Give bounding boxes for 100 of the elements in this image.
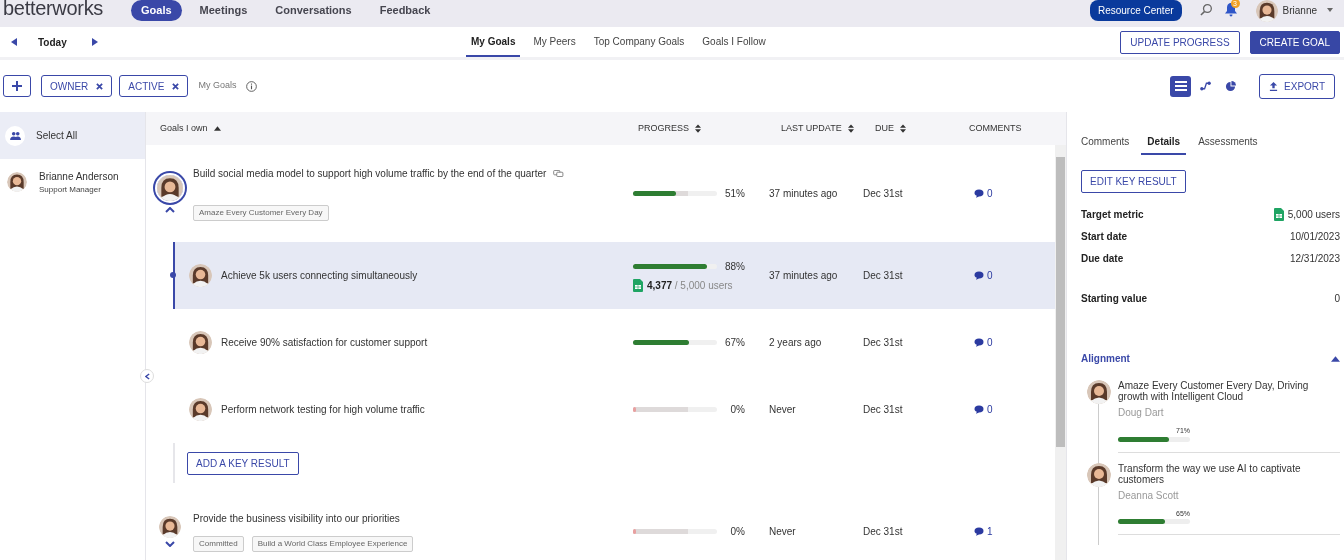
- comments-count[interactable]: 0: [964, 186, 1055, 201]
- filter-chip[interactable]: ACTIVE: [119, 75, 189, 97]
- create-goal-button[interactable]: CREATE GOAL: [1249, 30, 1340, 54]
- goal-title[interactable]: Build social media model to support high volume traffic by the end of the quarter: [193, 166, 547, 181]
- aligned-goal-title[interactable]: Amaze Every Customer Every Day, Driving growth with Intelligent Cloud: [1118, 380, 1340, 402]
- column-header[interactable]: Goals I own: [146, 121, 628, 136]
- comment-icon: [974, 527, 984, 536]
- column-header[interactable]: PROGRESS: [628, 121, 764, 136]
- comment-icon: [974, 338, 984, 347]
- goal-tag: Amaze Every Customer Every Day: [193, 205, 329, 221]
- sort-icon[interactable]: [847, 124, 854, 133]
- filter-chip[interactable]: OWNER: [41, 75, 113, 97]
- remove-icon[interactable]: [172, 82, 180, 90]
- avatar: [189, 331, 212, 354]
- info-icon[interactable]: [246, 80, 258, 92]
- user-name[interactable]: Brianne: [1282, 3, 1317, 18]
- field-label: Target metric: [1081, 207, 1144, 222]
- last-update: Never: [768, 403, 797, 417]
- logo[interactable]: betterworks: [3, 0, 128, 20]
- progress-percent: 0%: [729, 403, 745, 417]
- key-result-title[interactable]: Receive 90% satisfaction for customer support: [221, 335, 428, 350]
- chip-label: OWNER: [50, 79, 89, 94]
- goal-tag: Build a World Class Employee Experience: [251, 536, 414, 552]
- comment-icon: [974, 405, 984, 414]
- add-key-result-button[interactable]: ADD A KEY RESULT: [187, 451, 299, 475]
- remove-icon[interactable]: [96, 82, 104, 90]
- scrollbar[interactable]: [1055, 145, 1066, 560]
- view-tab[interactable]: Goals I Follow: [697, 27, 771, 57]
- expand-chevron-icon[interactable]: [164, 541, 175, 547]
- previous-arrow-icon[interactable]: [11, 38, 17, 46]
- add-filter-button[interactable]: [3, 75, 31, 97]
- avatar: [158, 516, 181, 538]
- due-date: Dec 31st: [862, 336, 904, 350]
- chip-label: ACTIVE: [128, 79, 165, 94]
- panel-tab[interactable]: Comments: [1075, 134, 1136, 155]
- avatar: [1087, 380, 1111, 404]
- owner-name: Doug Dart: [1118, 406, 1165, 420]
- chevron-left-icon: [144, 372, 150, 380]
- column-header[interactable]: DUE: [858, 121, 964, 136]
- progress-percent: 0%: [729, 525, 745, 539]
- nav-tab[interactable]: Goals: [131, 0, 182, 21]
- collapse-caret-icon[interactable]: [1331, 355, 1340, 362]
- comments-count[interactable]: 0: [964, 335, 1055, 350]
- panel-tab[interactable]: Details: [1141, 134, 1187, 155]
- key-result-title[interactable]: Perform network testing for high volume traffic: [221, 402, 425, 417]
- spreadsheet-icon: [1273, 207, 1284, 221]
- next-arrow-icon[interactable]: [91, 38, 98, 46]
- due-date: Dec 31st: [862, 403, 904, 417]
- nav-tab[interactable]: Conversations: [265, 0, 362, 21]
- progress-percent: 88%: [724, 259, 745, 274]
- view-tab[interactable]: Top Company Goals: [588, 27, 690, 57]
- comments-count[interactable]: 1: [964, 524, 1055, 539]
- column-label: LAST UPDATE: [781, 121, 842, 135]
- spreadsheet-icon: [633, 278, 643, 292]
- due-date: Dec 31st: [862, 269, 904, 283]
- last-update: 37 minutes ago: [768, 269, 839, 283]
- field-value: 10/01/2023: [1289, 229, 1340, 244]
- view-tab[interactable]: My Peers: [528, 27, 581, 57]
- goal-title[interactable]: Provide the business visibility into our priorities: [193, 511, 400, 526]
- nav-tab[interactable]: Feedback: [369, 0, 441, 21]
- export-button[interactable]: EXPORT: [1259, 73, 1335, 99]
- sort-icon[interactable]: [213, 126, 221, 131]
- collapse-sidebar-button[interactable]: [140, 369, 154, 383]
- column-label: COMMENTS: [969, 121, 1022, 135]
- view-toggle[interactable]: [1170, 75, 1192, 97]
- progress-percent: 51%: [724, 187, 745, 201]
- collapse-chevron-icon[interactable]: [164, 206, 175, 213]
- update-progress-button[interactable]: UPDATE PROGRESS: [1120, 30, 1240, 54]
- edit-key-result-button[interactable]: EDIT KEY RESULT: [1081, 170, 1186, 193]
- nav-tab[interactable]: Meetings: [189, 0, 258, 21]
- comments-count[interactable]: 0: [964, 402, 1055, 417]
- key-result-row[interactable]: Achieve 5k users connecting simultaneously 88% 4,377 / 5,000 users 37 minutes ago Dec 31st 0: [173, 242, 1055, 309]
- linked-icon[interactable]: [553, 170, 565, 177]
- progress-percent: 67%: [724, 336, 745, 350]
- goal-tag: Committed: [193, 536, 244, 552]
- last-update: 2 years ago: [768, 336, 823, 350]
- filter-label: My Goals: [198, 79, 237, 93]
- comments-count[interactable]: 0: [964, 268, 1055, 283]
- avatar: [7, 172, 27, 192]
- key-result-title[interactable]: Achieve 5k users connecting simultaneously: [221, 268, 418, 283]
- sort-icon[interactable]: [695, 124, 701, 133]
- avatar: [1087, 462, 1111, 487]
- caret-icon[interactable]: [1327, 8, 1333, 12]
- field-value: 0: [1334, 291, 1340, 306]
- comment-icon: [974, 271, 984, 280]
- due-date: Dec 31st: [862, 187, 904, 201]
- column-header[interactable]: LAST UPDATE: [764, 121, 858, 136]
- date-label: Today: [38, 35, 67, 50]
- view-tab[interactable]: My Goals: [466, 27, 521, 57]
- panel-tab[interactable]: Assessments: [1192, 134, 1264, 155]
- sort-icon[interactable]: [900, 124, 906, 133]
- column-header[interactable]: COMMENTS: [964, 121, 1056, 136]
- aligned-goal-title[interactable]: Transform the way we use AI to captivate customers: [1118, 462, 1340, 485]
- bell-icon[interactable]: [1223, 2, 1238, 17]
- people-row[interactable]: Select All: [0, 112, 145, 159]
- resource-center-button[interactable]: Resource Center: [1089, 0, 1182, 21]
- search-icon[interactable]: [1199, 3, 1213, 16]
- field-value: 12/31/2023: [1289, 251, 1340, 266]
- field-label: Starting value: [1081, 291, 1148, 306]
- last-update: Never: [768, 525, 797, 539]
